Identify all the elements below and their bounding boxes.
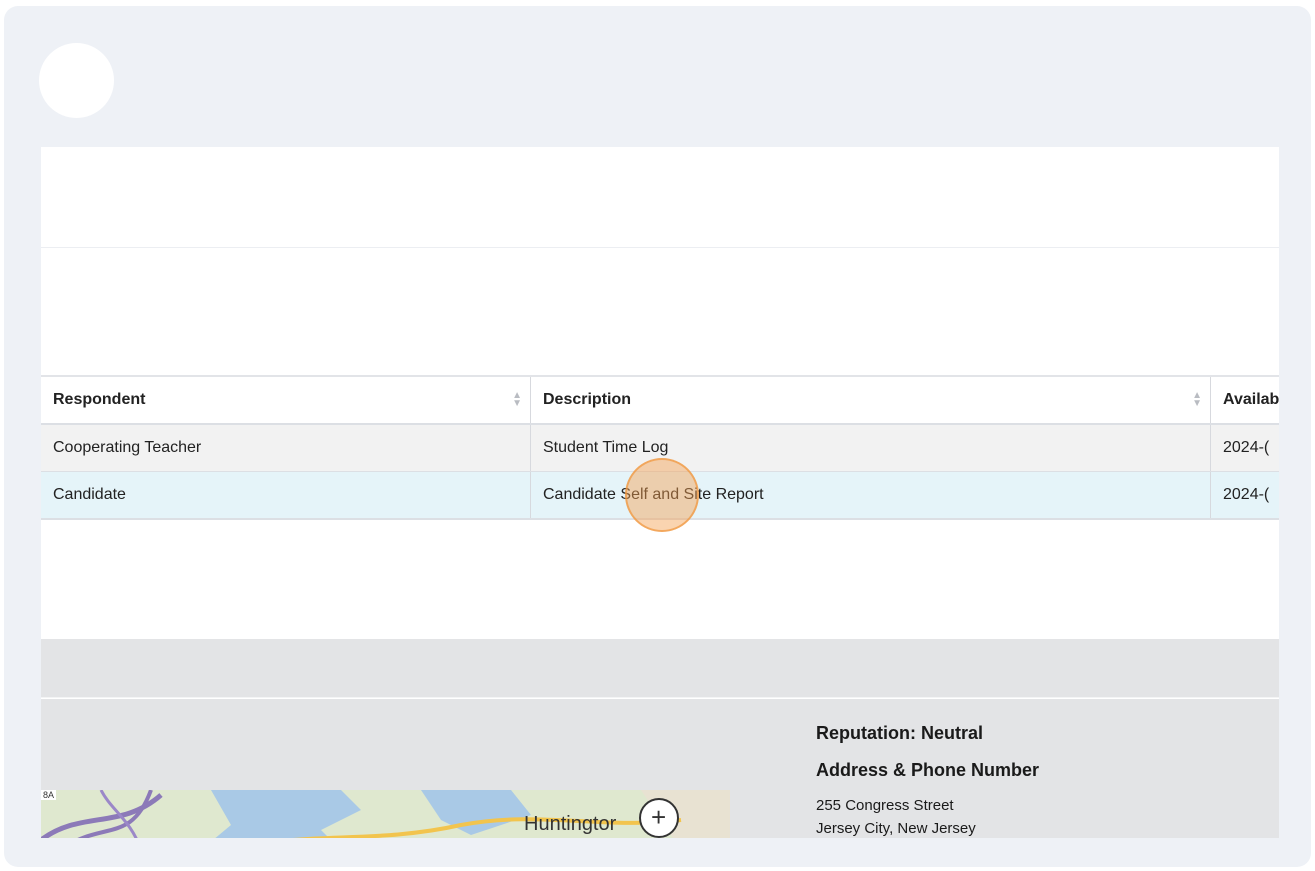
sort-icon[interactable]: ▲ ▼	[1192, 391, 1202, 409]
location-info: Reputation: Neutral Address & Phone Numb…	[816, 723, 1039, 838]
screenshot-frame: Respondent ▲ ▼ Description ▲ ▼ Availab Coo…	[4, 6, 1311, 867]
plus-icon: +	[651, 802, 667, 832]
column-header-respondent[interactable]: Respondent ▲ ▼	[41, 375, 531, 425]
cell-available: 2024-(	[1210, 471, 1279, 520]
table-header-row: Respondent ▲ ▼ Description ▲ ▼ Availab	[41, 375, 1279, 425]
cell-respondent: Candidate	[41, 471, 531, 520]
sort-icon[interactable]: ▲ ▼	[512, 391, 522, 409]
column-header-description[interactable]: Description ▲ ▼	[530, 375, 1211, 425]
footer-details: 8A Huntingtor + Reputation: Neutral Addr…	[41, 699, 1279, 838]
column-header-available[interactable]: Availab	[1210, 375, 1279, 425]
avatar	[39, 43, 114, 118]
address-line-2: Jersey City, New Jersey	[816, 820, 976, 837]
location-map[interactable]: 8A Huntingtor +	[41, 790, 730, 838]
footer-band	[41, 639, 1279, 698]
address-heading: Address & Phone Number	[816, 760, 1040, 780]
cell-description[interactable]: Student Time Log	[530, 424, 1211, 472]
cell-available: 2024-(	[1210, 424, 1279, 472]
click-marker	[625, 458, 699, 532]
zoom-in-button[interactable]: +	[639, 798, 679, 838]
map-graphic	[41, 790, 730, 838]
cell-respondent: Cooperating Teacher	[41, 424, 531, 472]
map-corner-label: 8A	[41, 790, 57, 800]
address-line-1: 255 Congress Street	[816, 797, 954, 814]
map-place-label: Huntingtor	[524, 813, 617, 835]
reputation-label: Reputation: Neutral	[816, 723, 984, 743]
header-band	[41, 147, 1279, 248]
